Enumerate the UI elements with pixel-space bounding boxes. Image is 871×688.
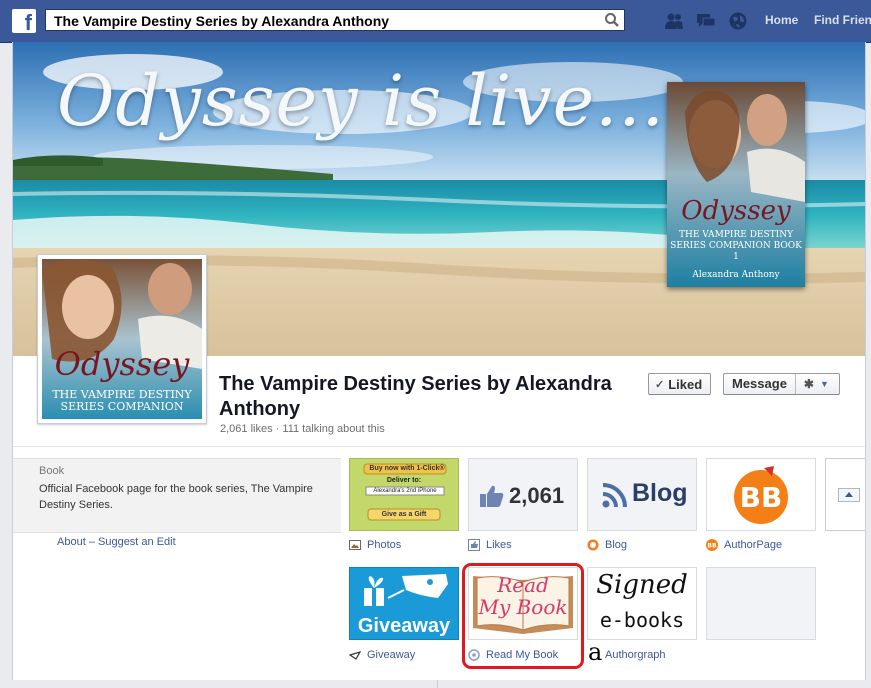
stats-separator: · xyxy=(275,423,280,435)
likes-icon xyxy=(468,539,480,551)
likes-count[interactable]: 2,061 likes xyxy=(220,423,273,435)
svg-text:BB: BB xyxy=(707,543,717,550)
friend-requests-icon[interactable] xyxy=(664,11,684,31)
page-description: Official Facebook page for the book seri… xyxy=(39,483,313,511)
photos-tile[interactable]: Buy now with 1-Click® Deliver to: Alexan… xyxy=(349,458,459,531)
gear-icon[interactable]: ✱ xyxy=(796,377,814,391)
liked-button[interactable]: ✓ Liked xyxy=(648,373,711,395)
cover-book-image: Odyssey The Vampire Destiny Series Compa… xyxy=(667,82,805,287)
about-box: Book Official Facebook page for the book… xyxy=(13,458,341,533)
page-title[interactable]: The Vampire Destiny Series by Alexandra … xyxy=(219,372,619,422)
bottom-divider xyxy=(437,680,438,688)
about-links: About – Suggest an Edit xyxy=(57,536,176,548)
top-bar: f Home Find Friends xyxy=(0,0,871,43)
suggest-edit-link[interactable]: Suggest an Edit xyxy=(98,536,176,548)
about-separator: – xyxy=(88,536,95,548)
check-icon: ✓ xyxy=(655,378,665,391)
blog-icon xyxy=(587,539,599,551)
bb-logo-icon: BB xyxy=(734,466,788,524)
profile-picture-image: Odyssey The Vampire Destiny Series Compa… xyxy=(42,259,202,419)
about-link[interactable]: About xyxy=(57,536,86,548)
page-bottom-bar xyxy=(0,680,871,688)
photos-icon xyxy=(349,540,361,550)
authorpage-tile[interactable]: BB xyxy=(706,458,816,531)
search-box[interactable] xyxy=(45,9,625,31)
page-stats: 2,061 likes · 111 talking about this xyxy=(220,423,385,435)
liked-button-label: Liked xyxy=(668,376,703,392)
buy-now-button: Buy now with 1-Click® xyxy=(369,465,445,472)
facebook-logo-icon[interactable]: f xyxy=(12,9,36,33)
authorpage-label[interactable]: BB AuthorPage xyxy=(706,538,782,552)
annotation-marker: a xyxy=(588,638,603,666)
likes-tile[interactable]: 2,061 xyxy=(468,458,578,531)
authorpage-icon: BB xyxy=(706,539,718,551)
blog-tile[interactable]: Blog xyxy=(587,458,697,531)
search-input[interactable] xyxy=(52,11,596,31)
bb-logo-text: BB xyxy=(740,481,783,514)
authorgraph-line2: e-books xyxy=(599,608,685,632)
cover-headline: Odyssey is live... xyxy=(57,60,665,142)
photos-label[interactable]: Photos xyxy=(349,538,401,552)
message-button[interactable]: Message xyxy=(724,374,796,394)
chevron-down-icon[interactable]: ▼ xyxy=(820,379,829,389)
gift-plane-icon xyxy=(364,574,448,606)
device-select: Alexandra's 2nd iPhone xyxy=(373,488,437,494)
giveaway-label[interactable]: Giveaway xyxy=(349,648,415,662)
profile-book-title: Odyssey xyxy=(54,345,190,383)
likes-label[interactable]: Likes xyxy=(468,538,512,552)
messages-icon[interactable] xyxy=(696,11,716,31)
thumbs-up-icon xyxy=(480,485,504,507)
book-author: Alexandra Anthony xyxy=(692,270,780,280)
apps-scroll-panel xyxy=(825,458,865,531)
blog-label[interactable]: Blog xyxy=(587,538,627,552)
nav-find-friends-link[interactable]: Find Friends xyxy=(814,13,871,27)
page-category[interactable]: Book xyxy=(39,465,64,477)
giveaway-tile[interactable]: Giveaway xyxy=(349,567,459,640)
rss-icon xyxy=(602,483,627,508)
header-divider xyxy=(13,446,865,447)
notifications-globe-icon[interactable] xyxy=(728,11,748,31)
message-button-group: Message ✱ ▼ xyxy=(723,373,840,395)
scroll-up-arrow-icon[interactable] xyxy=(838,488,860,502)
blog-tile-text: Blog xyxy=(632,479,688,507)
deliver-to-label: Deliver to: xyxy=(386,477,422,484)
likes-tile-count: 2,061 xyxy=(509,483,565,508)
give-as-gift-button: Give as a Gift xyxy=(381,511,427,518)
giveaway-icon xyxy=(349,651,361,660)
talking-about-count: 111 talking about this xyxy=(282,423,385,435)
search-icon[interactable] xyxy=(604,12,620,28)
highlight-box xyxy=(462,563,584,669)
authorgraph-line1: Signed xyxy=(596,570,688,600)
authorgraph-tile[interactable]: Signed e-books xyxy=(587,567,697,640)
book-title: Odyssey xyxy=(681,196,791,226)
page-frame: Odyssey is live... Odyssey The Vampire D… xyxy=(12,42,866,681)
profile-picture[interactable]: Odyssey The Vampire Destiny Series Compa… xyxy=(37,254,207,424)
book-subtitle: The Vampire Destiny Series Companion Boo… xyxy=(670,230,802,262)
nav-home-link[interactable]: Home xyxy=(765,13,798,27)
giveaway-tile-text: Giveaway xyxy=(357,615,451,637)
empty-app-tile[interactable] xyxy=(706,567,816,640)
profile-book-subtitle: The Vampire Destiny Series Companion xyxy=(52,388,192,413)
